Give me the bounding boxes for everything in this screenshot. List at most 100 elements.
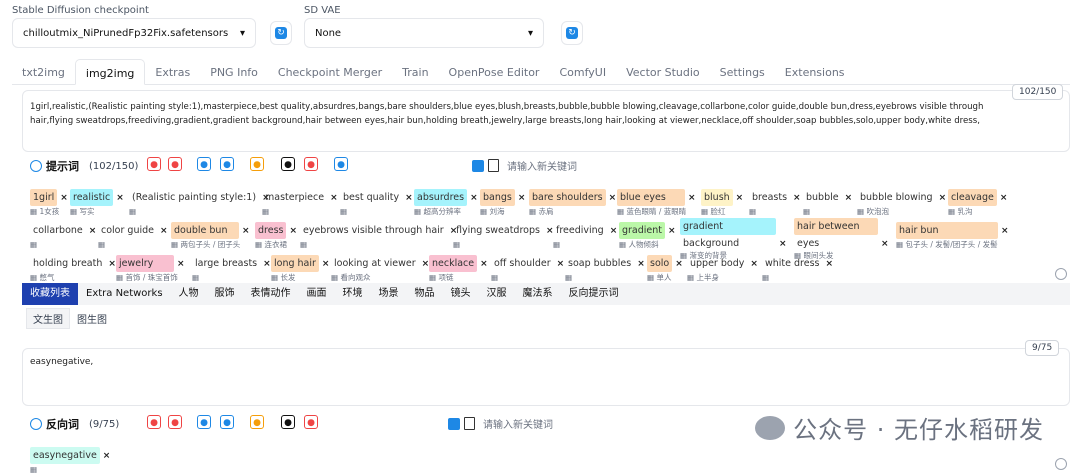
category-tab[interactable]: 人物 bbox=[171, 283, 207, 305]
subtab[interactable]: 文生图 bbox=[26, 308, 70, 329]
prompt-tag[interactable]: necklace × ▦ 项链 bbox=[429, 251, 488, 282]
category-tab[interactable]: 表情动作 bbox=[243, 283, 299, 305]
subtab[interactable]: 图生图 bbox=[70, 308, 114, 329]
prompt-tag[interactable]: breasts × ▦ bbox=[749, 185, 801, 216]
category-tab[interactable]: 物品 bbox=[407, 283, 443, 305]
expand-icon[interactable] bbox=[1055, 268, 1067, 280]
prompt-tag[interactable]: hair between eyes × ▦ 眼间头发 bbox=[794, 218, 889, 260]
category-tab[interactable]: 画面 bbox=[299, 283, 335, 305]
paste-icon[interactable]: ● bbox=[220, 415, 234, 429]
prompt-tag[interactable]: jewelry × ▦ 首饰 / 珠宝首饰 bbox=[116, 251, 185, 282]
close-icon[interactable]: × bbox=[557, 259, 565, 269]
prompt-tag[interactable]: looking at viewer × ▦ 看向观众 bbox=[331, 251, 429, 282]
settings-icon[interactable]: ● bbox=[168, 415, 182, 429]
favorite-icon[interactable]: ● bbox=[334, 157, 348, 171]
category-tab[interactable]: 收藏列表 bbox=[22, 283, 78, 305]
checkbox-icon[interactable] bbox=[472, 159, 484, 172]
prompt-tag[interactable]: white dress × ▦ bbox=[762, 251, 834, 282]
category-tab[interactable]: 场景 bbox=[371, 283, 407, 305]
negative-text[interactable]: easynegative, bbox=[30, 357, 93, 367]
prompt-tag[interactable]: eyebrows visible through hair × ▦ bbox=[300, 218, 457, 249]
category-tab[interactable]: 环境 bbox=[335, 283, 371, 305]
prompt-keyword-search[interactable]: 请输入新关键词 bbox=[472, 158, 577, 173]
prompt-tag[interactable]: absurdres × ▦ 超高分辨率 bbox=[414, 185, 478, 216]
translate-icon[interactable]: ● bbox=[250, 415, 264, 429]
tab-png-info[interactable]: PNG Info bbox=[200, 59, 268, 85]
translate-icon[interactable]: ● bbox=[250, 157, 264, 171]
negative-keyword-search[interactable]: 请输入新关键词 bbox=[448, 416, 553, 431]
close-icon[interactable]: × bbox=[688, 193, 696, 203]
prompt-text[interactable]: 1girl,realistic,(Realistic painting styl… bbox=[30, 100, 1020, 128]
prompt-tag[interactable]: freediving × ▦ bbox=[553, 218, 618, 249]
collapse-icon[interactable] bbox=[30, 418, 42, 430]
prompt-tag[interactable]: solo × ▦ 单人 bbox=[647, 251, 683, 282]
expand-icon[interactable] bbox=[1055, 458, 1067, 470]
tab-img2img[interactable]: img2img bbox=[74, 59, 146, 85]
checkbox-icon[interactable] bbox=[448, 417, 460, 430]
negative-textarea[interactable] bbox=[22, 348, 1070, 406]
checkpoint-refresh-button[interactable]: ↻ bbox=[270, 21, 292, 45]
prompt-tag[interactable]: long hair × ▦ 长发 bbox=[271, 251, 330, 282]
prompt-tag[interactable]: off shoulder × ▦ bbox=[491, 251, 565, 282]
close-icon[interactable]: × bbox=[322, 259, 330, 269]
tab-txt2img[interactable]: txt2img bbox=[12, 59, 75, 85]
prompt-tag[interactable]: collarbone × ▦ bbox=[30, 218, 97, 249]
prompt-tag[interactable]: (Realistic painting style:1) × ▦ bbox=[129, 185, 270, 216]
close-icon[interactable]: × bbox=[177, 259, 185, 269]
close-icon[interactable]: × bbox=[609, 193, 617, 203]
prompt-tag[interactable]: realistic × ▦ 写实 bbox=[70, 185, 124, 216]
prompt-tag[interactable]: flying sweatdrops × ▦ bbox=[453, 218, 554, 249]
close-icon[interactable]: × bbox=[518, 193, 526, 203]
tab-extensions[interactable]: Extensions bbox=[775, 59, 855, 85]
paste-icon[interactable]: ● bbox=[220, 157, 234, 171]
category-tab[interactable]: 汉服 bbox=[479, 283, 515, 305]
close-icon[interactable]: × bbox=[103, 451, 111, 461]
close-icon[interactable]: × bbox=[610, 226, 618, 236]
prompt-tag[interactable]: bubble × ▦ bbox=[803, 185, 853, 216]
prompt-tag[interactable]: color guide × ▦ bbox=[98, 218, 168, 249]
close-icon[interactable]: × bbox=[330, 193, 338, 203]
close-icon[interactable]: × bbox=[289, 226, 297, 236]
close-icon[interactable]: × bbox=[108, 259, 116, 269]
close-icon[interactable]: × bbox=[263, 259, 271, 269]
close-icon[interactable]: × bbox=[89, 226, 97, 236]
negative-tag[interactable]: easynegative × ▦ bbox=[30, 443, 111, 474]
prompt-tag[interactable]: hair bun × ▦ 包子头 / 发髻/团子头 / 发髻 bbox=[896, 218, 1009, 249]
close-icon[interactable]: × bbox=[637, 259, 645, 269]
prompt-tag[interactable]: holding breath × ▦ 憋气 bbox=[30, 251, 116, 282]
close-icon[interactable]: × bbox=[736, 193, 744, 203]
close-icon[interactable]: × bbox=[242, 226, 250, 236]
tab-checkpoint-merger[interactable]: Checkpoint Merger bbox=[268, 59, 392, 85]
close-icon[interactable]: × bbox=[845, 193, 853, 203]
copy-icon[interactable]: ● bbox=[197, 415, 211, 429]
tab-openpose-editor[interactable]: OpenPose Editor bbox=[439, 59, 550, 85]
prompt-tag[interactable]: blue eyes × ▦ 蓝色眼睛 / 蓝眼睛 bbox=[617, 185, 696, 216]
close-icon[interactable]: × bbox=[881, 239, 889, 249]
random-icon[interactable]: ● bbox=[147, 157, 161, 171]
prompt-tag[interactable]: 1girl × ▦ 1女孩 bbox=[30, 185, 68, 216]
category-tab[interactable]: Extra Networks bbox=[78, 283, 171, 305]
close-icon[interactable]: × bbox=[668, 226, 676, 236]
prompt-tag[interactable]: soap bubbles × ▦ bbox=[565, 251, 645, 282]
category-tab[interactable]: 服饰 bbox=[207, 283, 243, 305]
close-icon[interactable]: × bbox=[160, 226, 168, 236]
category-tab[interactable]: 魔法系 bbox=[515, 283, 561, 305]
category-tab[interactable]: 反向提示词 bbox=[561, 283, 627, 305]
close-icon[interactable]: × bbox=[1001, 226, 1009, 236]
close-icon[interactable]: × bbox=[480, 259, 488, 269]
checkpoint-dropdown[interactable]: chilloutmix_NiPrunedFp32Fix.safetensors … bbox=[12, 18, 256, 48]
prompt-tag[interactable]: double bun × ▦ 两包子头 / 团子头 bbox=[171, 218, 250, 249]
close-icon[interactable]: × bbox=[826, 259, 834, 269]
copy-icon[interactable]: ● bbox=[197, 157, 211, 171]
close-icon[interactable]: × bbox=[116, 193, 124, 203]
prompt-tag[interactable]: gradient × ▦ 人物倾斜 bbox=[619, 218, 676, 249]
close-icon[interactable]: × bbox=[60, 193, 68, 203]
prompt-tag[interactable]: dress × ▦ 连衣裙 bbox=[255, 218, 297, 249]
close-icon[interactable]: × bbox=[405, 193, 413, 203]
settings-icon[interactable]: ● bbox=[168, 157, 182, 171]
vae-refresh-button[interactable]: ↻ bbox=[561, 21, 583, 45]
close-icon[interactable]: × bbox=[750, 259, 758, 269]
close-icon[interactable]: × bbox=[470, 193, 478, 203]
collapse-icon[interactable] bbox=[30, 160, 42, 172]
vae-dropdown[interactable]: None ▾ bbox=[304, 18, 544, 48]
